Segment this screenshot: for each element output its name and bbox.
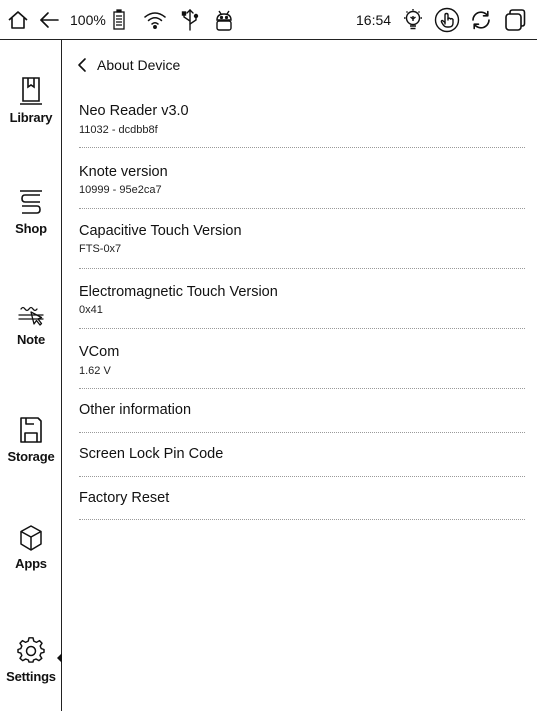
gear-icon: [17, 637, 45, 663]
cube-icon: [20, 525, 42, 551]
refresh-icon[interactable]: [466, 0, 496, 40]
list-item-electromagnetic-touch[interactable]: Electromagnetic Touch Version 0x41: [79, 269, 525, 329]
list-item-capacitive-touch[interactable]: Capacitive Touch Version FTS-0x7: [79, 209, 525, 269]
recent-apps-icon[interactable]: [500, 0, 530, 40]
sidebar-item-shop[interactable]: Shop: [0, 187, 62, 236]
sidebar-item-library[interactable]: Library: [0, 76, 62, 125]
sidebar-item-label: Note: [16, 332, 46, 347]
row-title: Factory Reset: [79, 490, 170, 506]
about-device-page: About Device Neo Reader v3.0 11032 - dcd…: [63, 41, 537, 711]
home-icon[interactable]: [2, 0, 34, 40]
row-title: Screen Lock Pin Code: [79, 446, 224, 462]
row-title: Capacitive Touch Version: [79, 223, 242, 239]
active-indicator: [57, 653, 62, 663]
sidebar-item-storage[interactable]: Storage: [0, 415, 62, 464]
row-title: Neo Reader v3.0: [79, 103, 189, 119]
android-icon: [211, 0, 237, 40]
row-subtitle: 1.62 V: [79, 365, 111, 377]
list-item-neo-reader[interactable]: Neo Reader v3.0 11032 - dcdbb8f: [79, 91, 525, 148]
floppy-disk-icon: [20, 417, 42, 443]
battery-icon: [110, 0, 128, 40]
row-title: Knote version: [79, 164, 168, 180]
list-item-vcom[interactable]: VCom 1.62 V: [79, 329, 525, 389]
status-bar: 100% 16:54: [0, 0, 537, 40]
sidebar-item-settings[interactable]: Settings: [0, 637, 62, 684]
sidebar-item-apps[interactable]: Apps: [0, 524, 62, 571]
list-item-factory-reset[interactable]: Factory Reset: [79, 477, 525, 520]
touch-icon[interactable]: [432, 0, 462, 40]
back-arrow-icon[interactable]: [34, 0, 64, 40]
book-icon: [20, 77, 42, 105]
sidebar-item-label: Shop: [15, 221, 47, 236]
sidebar-item-label: Library: [9, 110, 53, 125]
row-title: Electromagnetic Touch Version: [79, 284, 278, 300]
list-item-knote[interactable]: Knote version 10999 - 95e2ca7: [79, 148, 525, 209]
note-pen-icon: [18, 306, 44, 326]
row-title: VCom: [79, 344, 120, 360]
wifi-icon: [140, 0, 170, 40]
lightbulb-icon[interactable]: [398, 0, 428, 40]
list-item-other-information[interactable]: Other information: [79, 389, 525, 433]
row-subtitle: 0x41: [79, 304, 103, 316]
clock: 16:54: [356, 12, 392, 28]
sidebar-item-label: Storage: [7, 449, 55, 464]
sidebar-item-label: Apps: [15, 556, 47, 571]
usb-icon: [178, 0, 202, 40]
row-subtitle: 11032 - dcdbb8f: [79, 124, 158, 136]
back-button[interactable]: About Device: [77, 55, 180, 75]
books-stack-icon: [20, 190, 42, 214]
battery-percent: 100%: [70, 12, 106, 28]
page-title: About Device: [97, 57, 181, 73]
sidebar: Library Shop Note Storage Apps Settings: [0, 40, 62, 711]
row-title: Other information: [79, 402, 192, 418]
chevron-left-icon: [78, 58, 86, 72]
row-subtitle: 10999 - 95e2ca7: [79, 184, 162, 196]
sidebar-item-label: Settings: [6, 669, 56, 684]
list-item-screen-lock-pin[interactable]: Screen Lock Pin Code: [79, 433, 525, 477]
sidebar-item-note[interactable]: Note: [0, 302, 62, 347]
row-subtitle: FTS-0x7: [79, 243, 122, 255]
